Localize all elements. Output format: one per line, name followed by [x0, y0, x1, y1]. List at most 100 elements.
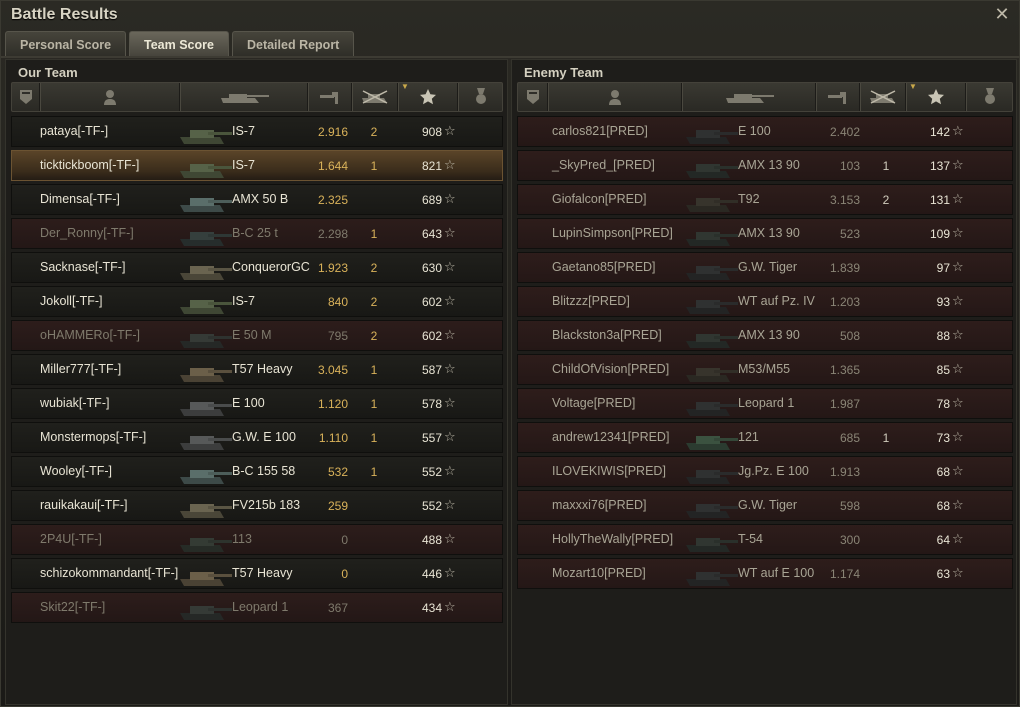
tab-detailed-report[interactable]: Detailed Report: [231, 31, 355, 57]
damage-value: 840: [327, 295, 348, 309]
player-row[interactable]: Sacknase[-TF-] ConquerorGC 1.923 2 630 ☆: [11, 252, 503, 283]
score-value: 97: [936, 261, 950, 275]
kills-value: 1: [370, 397, 378, 411]
vehicle-name: Leopard 1: [232, 600, 289, 614]
score-value: 73: [936, 431, 950, 445]
vehicle-name: WT auf E 100: [738, 566, 815, 580]
player-name: oHAMMERo[-TF-]: [40, 328, 140, 342]
score-value: 587: [421, 363, 442, 377]
battle-results-window: Battle Results ✕ Personal Score Team Sco…: [0, 0, 1020, 707]
player-name: Voltage[PRED]: [552, 396, 636, 410]
tab-personal-score[interactable]: Personal Score: [5, 31, 127, 57]
tank-icon: [180, 538, 232, 552]
player-row[interactable]: Der_Ronny[-TF-] B-C 25 t 2.298 1 643 ☆: [11, 218, 503, 249]
star-icon: ☆: [444, 497, 456, 512]
player-row[interactable]: _SkyPred_[PRED] AMX 13 90 103 1 137 ☆: [517, 150, 1013, 181]
close-icon[interactable]: ✕: [993, 5, 1011, 23]
damage-value: 1.110: [318, 431, 348, 445]
tank-icon: [686, 470, 738, 484]
player-row[interactable]: Blitzzz[PRED] WT auf Pz. IV 1.203 93 ☆: [517, 286, 1013, 317]
vehicle-name: AMX 13 90: [738, 158, 800, 172]
player-icon[interactable]: [548, 83, 682, 111]
player-row[interactable]: Voltage[PRED] Leopard 1 1.987 78 ☆: [517, 388, 1013, 419]
tank-icon[interactable]: [682, 83, 816, 111]
player-row[interactable]: schizokommandant[-TF-] T57 Heavy 0 446 ☆: [11, 558, 503, 589]
score-value: 68: [936, 499, 950, 513]
score-value: 552: [421, 499, 442, 513]
player-row[interactable]: Mozart10[PRED] WT auf E 100 1.174 63 ☆: [517, 558, 1013, 589]
vehicle-name: WT auf Pz. IV: [738, 294, 815, 308]
star-icon: ☆: [444, 225, 456, 240]
tank-icon: [686, 572, 738, 586]
our-team-column-header: ▼: [11, 82, 503, 112]
tank-icon[interactable]: [180, 83, 308, 111]
player-name: ticktickboom[-TF-]: [40, 158, 140, 172]
player-row[interactable]: Jokoll[-TF-] IS-7 840 2 602 ☆: [11, 286, 503, 317]
score-value: 68: [936, 465, 950, 479]
player-row[interactable]: Dimensa[-TF-] AMX 50 B 2.325 689 ☆: [11, 184, 503, 215]
platoon-icon[interactable]: [12, 83, 40, 111]
player-row[interactable]: pataya[-TF-] IS-7 2.916 2 908 ☆: [11, 116, 503, 147]
score-sort-header[interactable]: ▼: [906, 83, 966, 111]
player-row[interactable]: rauikakaui[-TF-] FV215b 183 259 552 ☆: [11, 490, 503, 521]
kills-value: 1: [370, 363, 378, 377]
star-icon: ☆: [444, 565, 456, 580]
player-name: Der_Ronny[-TF-]: [40, 226, 134, 240]
player-row[interactable]: Giofalcon[PRED] T92 3.153 2 131 ☆: [517, 184, 1013, 215]
player-row[interactable]: wubiak[-TF-] E 100 1.120 1 578 ☆: [11, 388, 503, 419]
medal-icon[interactable]: [966, 83, 1014, 111]
damage-gun-icon[interactable]: [816, 83, 860, 111]
vehicle-name: T57 Heavy: [232, 362, 293, 376]
player-row[interactable]: Skit22[-TF-] Leopard 1 367 434 ☆: [11, 592, 503, 623]
damage-value: 103: [839, 159, 860, 173]
player-name: Gaetano85[PRED]: [552, 260, 656, 274]
player-name: HollyTheWally[PRED]: [552, 532, 674, 546]
damage-value: 3.045: [317, 363, 348, 377]
player-row[interactable]: Miller777[-TF-] T57 Heavy 3.045 1 587 ☆: [11, 354, 503, 385]
damage-value: 1.174: [829, 567, 860, 581]
medal-icon[interactable]: [458, 83, 504, 111]
player-row[interactable]: ticktickboom[-TF-] IS-7 1.644 1 821 ☆: [11, 150, 503, 181]
damage-gun-icon[interactable]: [308, 83, 352, 111]
tank-icon: [686, 436, 738, 450]
player-row[interactable]: LupinSimpson[PRED] AMX 13 90 523 109 ☆: [517, 218, 1013, 249]
tank-icon: [180, 198, 232, 212]
player-row[interactable]: 2P4U[-TF-] 113 0 488 ☆: [11, 524, 503, 555]
vehicle-name: M53/M55: [738, 362, 791, 376]
tank-icon: [686, 266, 738, 280]
tank-icon: [686, 504, 738, 518]
score-value: 643: [421, 227, 442, 241]
player-icon[interactable]: [40, 83, 180, 111]
player-row[interactable]: Monstermops[-TF-] G.W. E 100 1.110 1 557 ☆: [11, 422, 503, 453]
platoon-icon[interactable]: [518, 83, 548, 111]
player-row[interactable]: Wooley[-TF-] B-C 155 58 532 1 552 ☆: [11, 456, 503, 487]
enemy-team-title: Enemy Team: [524, 65, 604, 80]
tank-icon: [180, 368, 232, 382]
kills-value: 2: [370, 295, 378, 309]
vehicle-name: AMX 50 B: [232, 192, 289, 206]
star-icon: ☆: [444, 123, 456, 138]
player-row[interactable]: andrew12341[PRED] 121 685 1 73 ☆: [517, 422, 1013, 453]
score-sort-header[interactable]: ▼: [398, 83, 458, 111]
player-row[interactable]: ILOVEKIWIS[PRED] Jg.Pz. E 100 1.913 68 ☆: [517, 456, 1013, 487]
player-row[interactable]: Blackston3a[PRED] AMX 13 90 508 88 ☆: [517, 320, 1013, 351]
vehicle-name: 113: [232, 532, 252, 546]
enemy-team-panel: Enemy Team ▼ carlos821[PRED] E 100 2.402…: [511, 59, 1017, 705]
kills-value: 2: [370, 261, 378, 275]
star-icon: ☆: [444, 327, 456, 342]
damage-value: 2.325: [317, 193, 348, 207]
our-team-panel: Our Team ▼ pataya[-TF-] IS-7 2.916 2 908…: [5, 59, 508, 705]
player-row[interactable]: carlos821[PRED] E 100 2.402 142 ☆: [517, 116, 1013, 147]
player-row[interactable]: HollyTheWally[PRED] T-54 300 64 ☆: [517, 524, 1013, 555]
star-icon: ☆: [952, 157, 964, 172]
tab-team-score[interactable]: Team Score: [129, 31, 229, 57]
damage-value: 0: [341, 567, 348, 581]
player-row[interactable]: oHAMMERo[-TF-] E 50 M 795 2 602 ☆: [11, 320, 503, 351]
tank-icon: [180, 232, 232, 246]
kills-icon[interactable]: [860, 83, 906, 111]
player-row[interactable]: ChildOfVision[PRED] M53/M55 1.365 85 ☆: [517, 354, 1013, 385]
player-row[interactable]: maxxxi76[PRED] G.W. Tiger 598 68 ☆: [517, 490, 1013, 521]
kills-icon[interactable]: [352, 83, 398, 111]
player-row[interactable]: Gaetano85[PRED] G.W. Tiger 1.839 97 ☆: [517, 252, 1013, 283]
star-icon: ☆: [952, 497, 964, 512]
